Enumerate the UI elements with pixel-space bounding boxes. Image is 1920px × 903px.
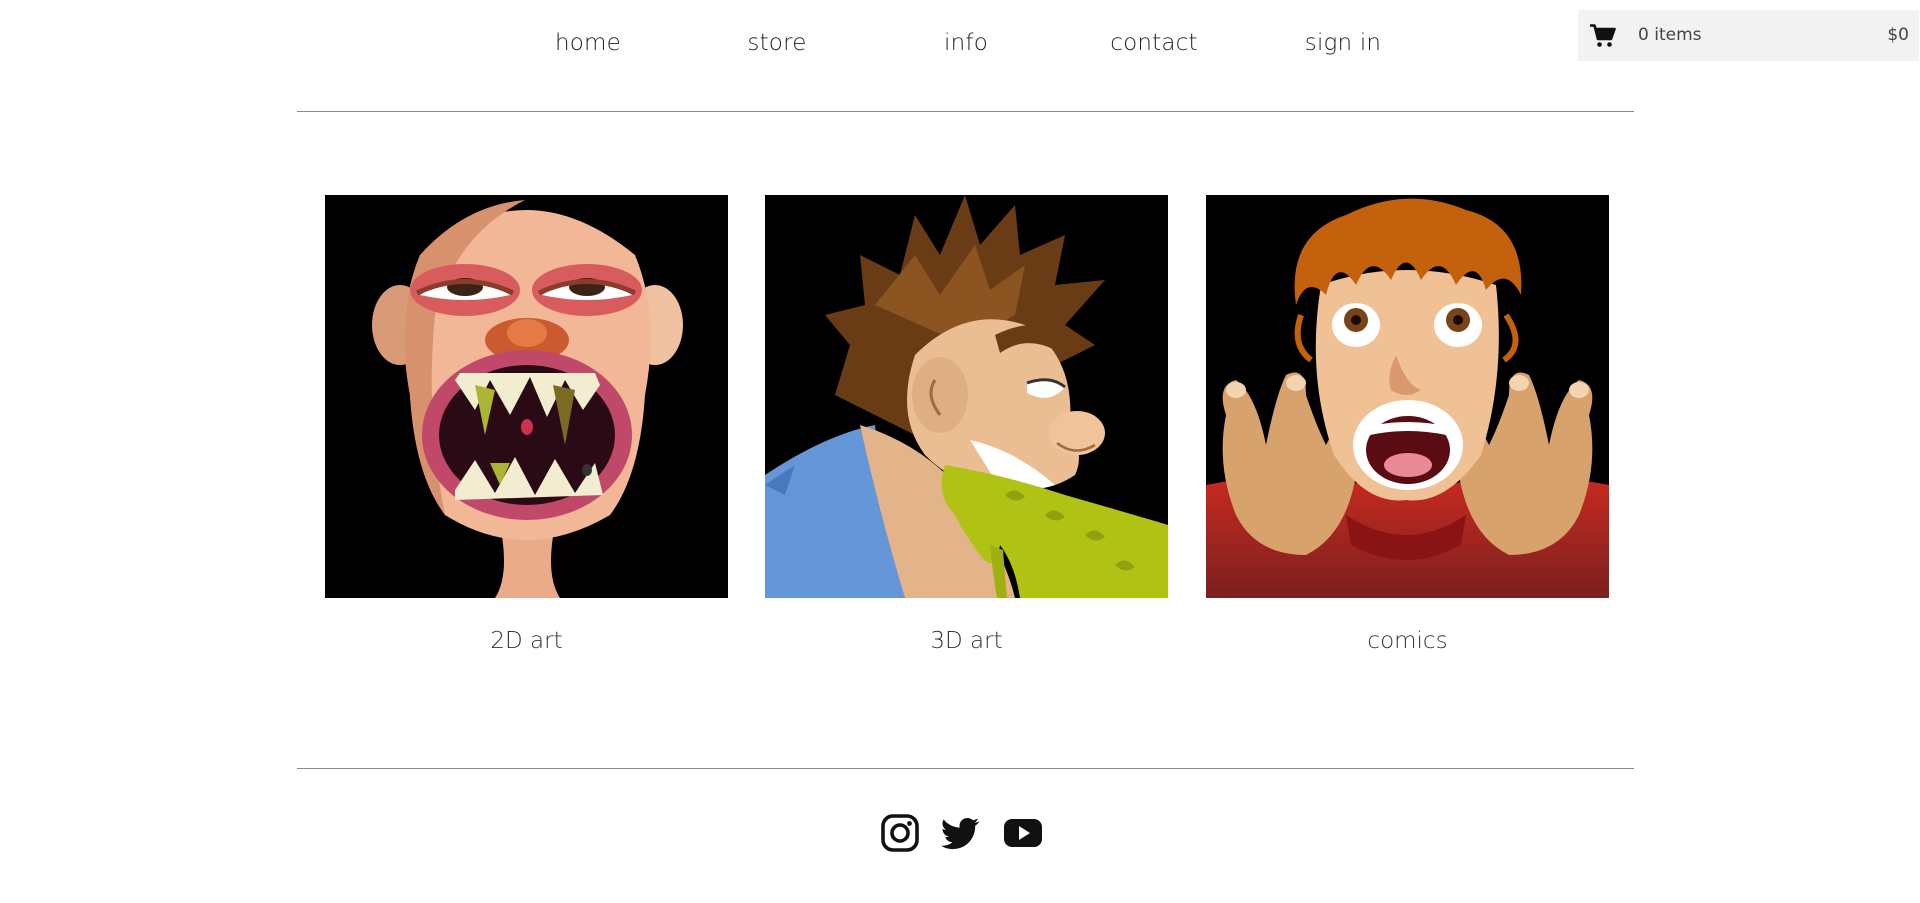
gallery-card-2d-art[interactable]: 2D art <box>325 195 728 654</box>
gallery-caption-2d-art[interactable]: 2D art <box>325 628 728 654</box>
nav-home[interactable]: home <box>508 30 668 56</box>
gallery-card-3d-art[interactable]: 3D art <box>765 195 1168 654</box>
twitter-icon[interactable] <box>940 813 980 853</box>
cart-total: $0 <box>1887 25 1909 45</box>
gallery-caption-comics[interactable]: comics <box>1206 628 1609 654</box>
header-divider <box>297 111 1634 112</box>
gallery-image-3d-art[interactable] <box>765 195 1168 598</box>
instagram-icon[interactable] <box>880 813 920 853</box>
social-links <box>0 813 1920 853</box>
nav-store[interactable]: store <box>697 30 857 56</box>
gallery-image-2d-art[interactable] <box>325 195 728 598</box>
gallery-caption-3d-art[interactable]: 3D art <box>765 628 1168 654</box>
gallery-image-comics[interactable] <box>1206 195 1609 598</box>
cart-widget[interactable]: 0 items $0 <box>1578 10 1919 61</box>
shopping-cart-icon <box>1590 24 1616 47</box>
nav-contact[interactable]: contact <box>1074 30 1234 56</box>
nav-info[interactable]: info <box>886 30 1046 56</box>
youtube-icon[interactable] <box>1003 813 1043 853</box>
nav-sign-in[interactable]: sign in <box>1263 30 1423 56</box>
page: home store info contact sign in 0 items … <box>0 0 1920 903</box>
cart-item-count: 0 items <box>1638 25 1702 45</box>
gallery-card-comics[interactable]: comics <box>1206 195 1609 654</box>
footer-divider <box>297 768 1634 769</box>
